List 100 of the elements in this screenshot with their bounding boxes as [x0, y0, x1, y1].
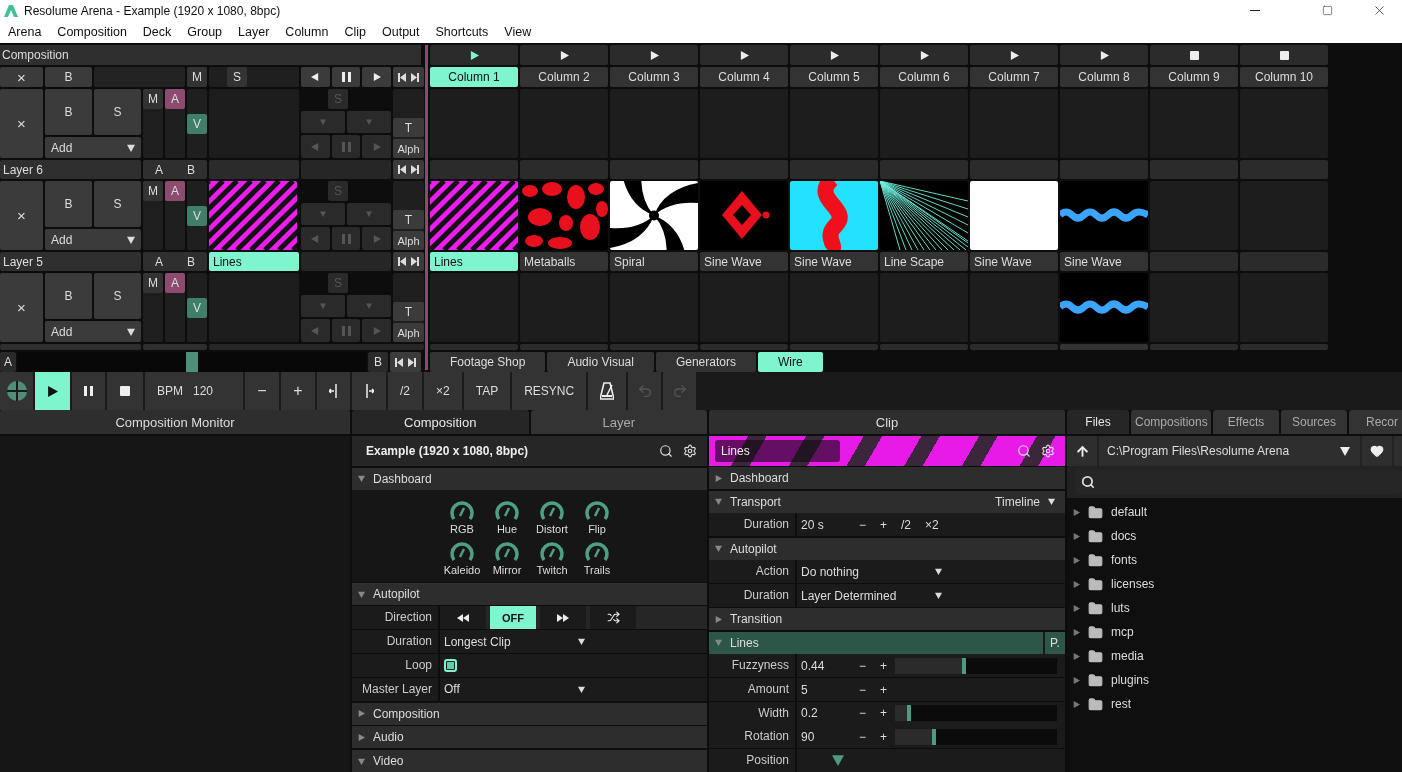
folder-item[interactable]: docs: [1067, 524, 1402, 548]
mute-button[interactable]: M: [143, 273, 163, 293]
add-dropdown[interactable]: Add: [45, 321, 141, 342]
video-button[interactable]: V: [187, 297, 207, 318]
step-button[interactable]: +: [874, 517, 894, 532]
deck-tab[interactable]: Generators: [655, 352, 756, 372]
section-header[interactable]: Audio: [352, 726, 707, 749]
bypass-button[interactable]: B: [45, 181, 92, 227]
transport-button[interactable]: RESYNC: [512, 372, 587, 410]
panel-tab[interactable]: Files: [1067, 410, 1129, 434]
column-tab[interactable]: Column 6: [880, 67, 968, 87]
transition-button[interactable]: T: [393, 210, 424, 229]
transport-button[interactable]: −: [245, 372, 279, 410]
wave-thumbnail[interactable]: [790, 181, 878, 250]
section-header[interactable]: Autopilot: [709, 537, 1065, 560]
up-button[interactable]: [1067, 436, 1097, 466]
settings-button[interactable]: [1041, 444, 1055, 458]
clear-button[interactable]: ×: [0, 67, 43, 87]
bypass-button[interactable]: B: [45, 273, 92, 319]
step-button[interactable]: ×2: [919, 517, 945, 532]
nudge-forward-button[interactable]: [352, 372, 386, 410]
striped-thumbnail[interactable]: [209, 181, 297, 250]
folder-item[interactable]: rest: [1067, 692, 1402, 716]
search-button[interactable]: [659, 444, 673, 458]
skip-button[interactable]: [390, 352, 421, 372]
section-header[interactable]: Composition: [352, 702, 707, 725]
slider-track[interactable]: [895, 657, 1057, 674]
menu-item[interactable]: Column: [277, 21, 337, 43]
step-button[interactable]: +: [874, 706, 894, 721]
folder-item[interactable]: plugins: [1067, 668, 1402, 692]
column-tab[interactable]: Column 5: [790, 67, 878, 87]
blend-mode-button[interactable]: Alph: [393, 139, 424, 158]
nudge-back-button[interactable]: [317, 372, 350, 410]
play-backward-button[interactable]: [301, 67, 330, 87]
solo-button[interactable]: S: [94, 181, 141, 227]
section-header[interactable]: Transport Timeline: [709, 490, 1065, 513]
swirl-thumbnail[interactable]: [610, 181, 698, 250]
menu-item[interactable]: Layer: [230, 21, 278, 43]
clip-label[interactable]: Sine Wave: [790, 252, 878, 271]
step-button[interactable]: −: [853, 682, 872, 697]
crossfader-thumb[interactable]: [186, 352, 198, 372]
menu-item[interactable]: Composition: [49, 21, 135, 43]
audio-button[interactable]: A: [165, 181, 185, 201]
menu-item[interactable]: Group: [179, 21, 231, 43]
column-trigger-button[interactable]: [1240, 45, 1328, 65]
bpm-control[interactable]: BPM 120: [145, 372, 243, 410]
crossfade-a-button[interactable]: A: [0, 352, 16, 372]
audio-button[interactable]: A: [165, 89, 185, 109]
play-forward-button[interactable]: [362, 67, 391, 87]
panel-tab[interactable]: Compositions: [1131, 410, 1211, 434]
path-dropdown[interactable]: C:\Program Files\Resolume Arena: [1099, 436, 1360, 466]
column-tab[interactable]: Column 7: [970, 67, 1058, 87]
crossfade-b-button[interactable]: B: [187, 254, 195, 269]
section-header[interactable]: Autopilot: [352, 583, 707, 606]
loop-checkbox[interactable]: [444, 659, 457, 672]
panel-tab[interactable]: Sources: [1281, 410, 1347, 434]
direction-option[interactable]: [440, 606, 488, 630]
transition-button[interactable]: T: [393, 118, 424, 137]
solo-button[interactable]: S: [94, 273, 141, 319]
clip-label[interactable]: Lines: [430, 252, 518, 271]
pause-button[interactable]: [331, 67, 361, 87]
skip-button[interactable]: [393, 160, 424, 179]
crossfader-track[interactable]: [18, 352, 366, 372]
column-trigger-button[interactable]: [1150, 45, 1238, 65]
wave-band-thumbnail[interactable]: [1060, 273, 1148, 342]
folder-item[interactable]: default: [1067, 500, 1402, 524]
step-button[interactable]: +: [874, 658, 894, 673]
clip-label[interactable]: Sine Wave: [970, 252, 1058, 271]
menu-item[interactable]: Clip: [336, 21, 374, 43]
column-tab[interactable]: Column 4: [700, 67, 788, 87]
video-button[interactable]: V: [187, 113, 207, 134]
bypass-button[interactable]: B: [45, 67, 92, 87]
clip-label[interactable]: Metaballs: [520, 252, 608, 271]
settings-button[interactable]: [683, 444, 697, 458]
transition-button[interactable]: T: [393, 302, 424, 321]
transport-button[interactable]: ×2: [424, 372, 462, 410]
crossfade-b-button[interactable]: B: [187, 162, 195, 177]
step-button[interactable]: /2: [895, 517, 918, 532]
menu-item[interactable]: Shortcuts: [427, 21, 497, 43]
menu-item[interactable]: Output: [374, 21, 428, 43]
logo-button[interactable]: [0, 372, 33, 410]
clip-label[interactable]: Lines: [209, 252, 299, 271]
section-header[interactable]: Dashboard: [352, 467, 707, 490]
stop-button[interactable]: [107, 372, 143, 410]
add-dropdown[interactable]: Add: [45, 137, 141, 158]
menu-item[interactable]: View: [496, 21, 540, 43]
skip-button[interactable]: [393, 67, 424, 87]
clip-label[interactable]: Sine Wave: [1060, 252, 1148, 271]
search-button[interactable]: [1017, 444, 1031, 458]
menu-item[interactable]: Deck: [134, 21, 180, 43]
blend-mode-button[interactable]: Alph: [393, 231, 424, 250]
crossfade-a-button[interactable]: A: [155, 254, 163, 269]
section-header[interactable]: Dashboard: [709, 467, 1065, 490]
line-fan-thumbnail[interactable]: [880, 181, 968, 250]
step-button[interactable]: −: [853, 729, 872, 744]
clip-name-field[interactable]: Lines: [715, 440, 840, 462]
bypass-button[interactable]: B: [45, 89, 92, 135]
panel-tab[interactable]: Effects: [1213, 410, 1279, 434]
mode-dropdown[interactable]: Timeline: [995, 494, 1065, 509]
step-button[interactable]: +: [874, 729, 894, 744]
